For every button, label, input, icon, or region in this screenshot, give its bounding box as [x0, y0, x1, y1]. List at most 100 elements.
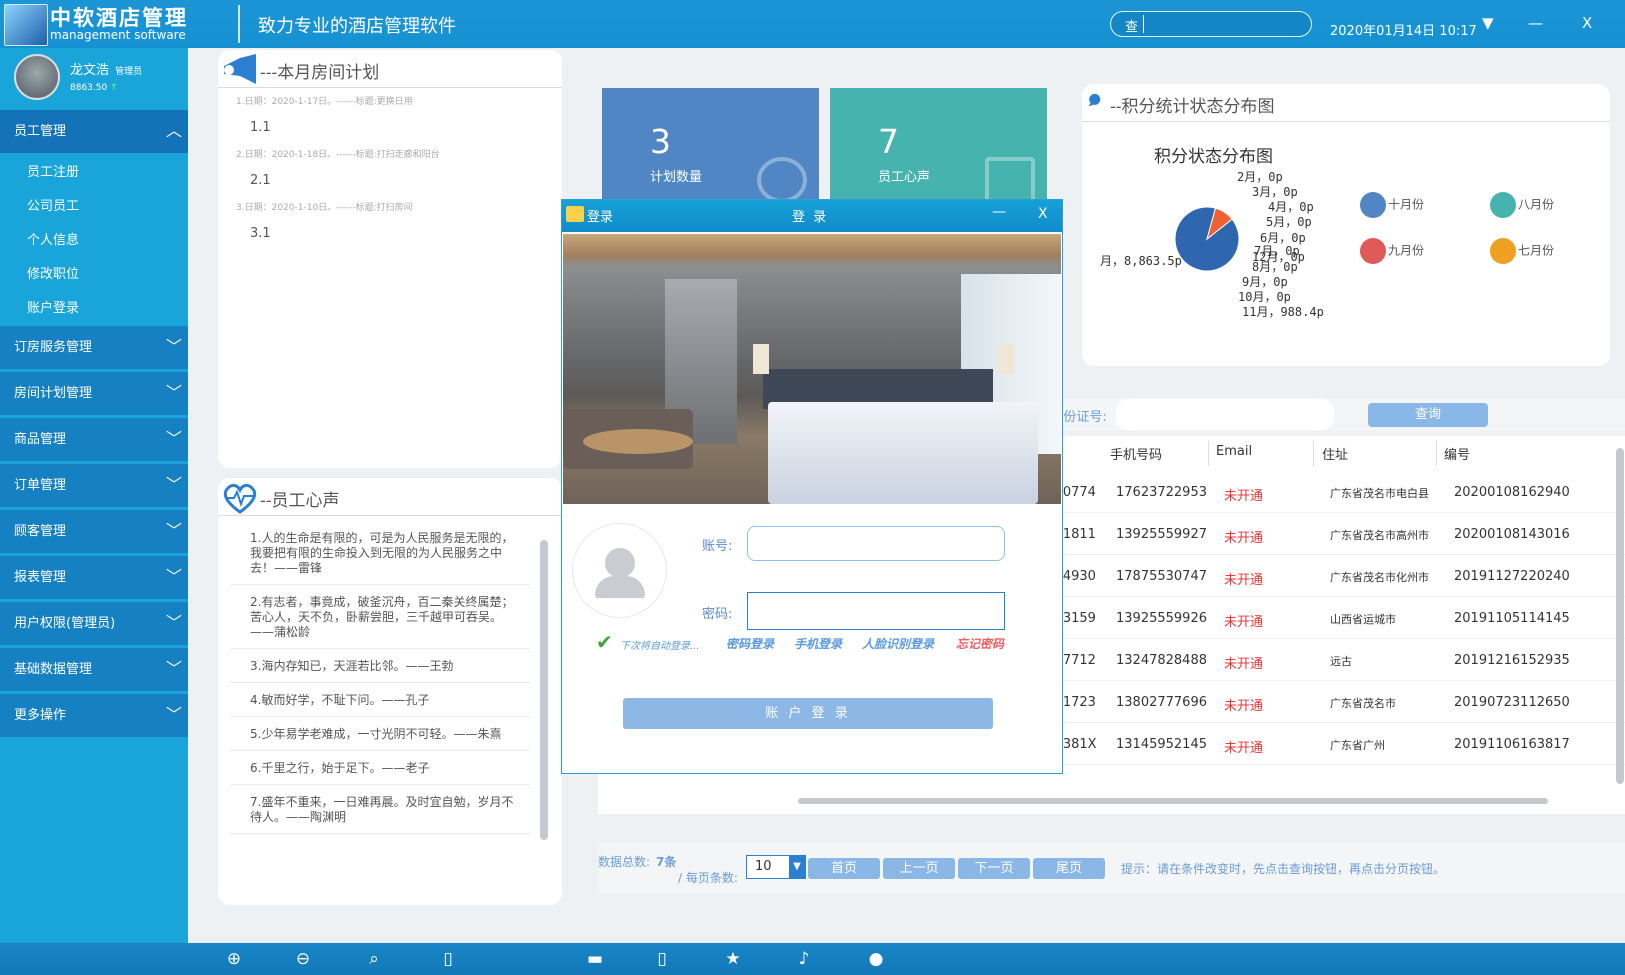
id-number-input[interactable] [1116, 399, 1334, 430]
list-item: 6.千里之行，始于足下。——老子 [230, 756, 530, 785]
table-horizontal-scrollbar[interactable] [798, 798, 1548, 804]
phone-login-link[interactable]: 手机登录 [794, 635, 842, 652]
menu-booking[interactable]: 订房服务管理 ﹀ [0, 326, 188, 369]
submenu-item-register[interactable]: 员工注册 [0, 156, 188, 190]
column-header[interactable]: 编号 [1444, 444, 1470, 463]
legend-label: 九月份 [1388, 243, 1425, 258]
list-item: 1.人的生命是有限的，可是为人民服务是无限的，我要把有限的生命投入到无限的为人民… [230, 526, 530, 585]
prev-page-button[interactable]: 上一页 [883, 858, 955, 879]
menu-basic-data[interactable]: 基础数据管理 ﹀ [0, 648, 188, 691]
search-icon[interactable]: ⌕ [363, 948, 385, 970]
dialog-minimize-button[interactable]: — [992, 204, 1006, 220]
stat-card-plans[interactable]: 3 计划数量 [602, 88, 819, 203]
table-vertical-scrollbar[interactable] [1616, 448, 1624, 784]
hotel-building-icon [4, 4, 48, 46]
menu-permissions[interactable]: 用户权限(管理员) ﹀ [0, 602, 188, 645]
list-item[interactable]: 2.日期：2020-1-18日。------标题:打扫走廊和阳台 2.1 [218, 143, 562, 196]
submenu-item-position[interactable]: 修改职位 [0, 258, 188, 292]
phone-icon[interactable]: ▯ [437, 948, 459, 970]
last-page-button[interactable]: 尾页 [1033, 858, 1105, 879]
app-slogan: 致力专业的酒店管理软件 [258, 16, 456, 37]
legend-item[interactable]: 七月份 [1490, 238, 1554, 264]
slice-label: 11月，988.4p [1242, 305, 1324, 319]
dialog-title: 登 录 [792, 210, 829, 225]
menu-label: 订房服务管理 [14, 340, 93, 355]
forgot-password-link[interactable]: 忘记密码 [956, 635, 1004, 652]
close-button[interactable]: X [1582, 14, 1592, 32]
stat-card-voices[interactable]: 7 员工心声 [830, 88, 1047, 203]
cell-address: 广东省茂名市化州市 [1330, 571, 1429, 584]
slice-label: 月，8,863.5p [1100, 254, 1182, 268]
column-header[interactable]: Email [1216, 444, 1252, 459]
first-page-button[interactable]: 首页 [808, 858, 880, 879]
sidebar: 龙文浩 管理员 8863.50 ↑ 员工管理 ︿ 员工注册 公司员工 个人信息 修… [0, 48, 188, 943]
gamepad-icon[interactable]: ▬ [580, 948, 610, 970]
panel-title: ---本月房间计划 [260, 63, 380, 83]
auto-login-label[interactable]: 下次将自动登录... [620, 637, 700, 652]
cell-phone: 17875530747 [1116, 569, 1207, 584]
list-item[interactable]: 3.日期：2020-1-10日。------标题:打扫房间 3.1 [218, 196, 562, 249]
list-item: 5.少年易学老难成，一寸光阴不可轻。——朱熹 [230, 722, 530, 751]
panel-title: --员工心声 [260, 491, 340, 511]
menu-customers[interactable]: 顾客管理 ﹀ [0, 510, 188, 553]
app-subtitle: management software [50, 28, 186, 42]
submenu-item-staff[interactable]: 公司员工 [0, 190, 188, 224]
envelope-icon [985, 157, 1035, 203]
face-login-link[interactable]: 人脸识别登录 [862, 635, 934, 652]
checkmark-icon[interactable]: ✔ [596, 630, 613, 654]
star-icon[interactable]: ★ [722, 948, 744, 970]
microphone-icon[interactable]: ♪ [793, 948, 815, 970]
chevron-down-icon: ﹀ [165, 567, 182, 586]
legend-item[interactable]: 十月份 [1360, 192, 1424, 218]
bed-graphic [768, 402, 1038, 504]
dropdown-button[interactable]: ▼ [1482, 14, 1494, 32]
legend-item[interactable]: 九月份 [1360, 238, 1424, 264]
query-button[interactable]: 查询 [1368, 403, 1488, 427]
voice-list: 1.人的生命是有限的，可是为人民服务是无限的，我要把有限的生命投入到无限的为人民… [230, 526, 530, 839]
zoom-in-icon[interactable]: ⊕ [223, 948, 245, 970]
dialog-close-button[interactable]: X [1038, 206, 1048, 222]
account-label: 账号: [702, 539, 733, 554]
cell-phone: 13802777696 [1116, 695, 1207, 710]
dialog-title-bar[interactable]: 登录 登 录 — X [562, 200, 1062, 232]
menu-orders[interactable]: 订单管理 ﹀ [0, 464, 188, 507]
next-page-button[interactable]: 下一页 [958, 858, 1030, 879]
column-header[interactable]: 住址 [1322, 444, 1348, 463]
password-login-link[interactable]: 密码登录 [726, 635, 774, 652]
menu-employee[interactable]: 员工管理 ︿ [0, 110, 188, 153]
per-page-select[interactable]: 10 ▼ [746, 855, 806, 879]
cell-email: 未开通 [1224, 489, 1264, 504]
cell-address: 广东省广州 [1330, 739, 1385, 752]
column-header[interactable]: 手机号码 [1110, 444, 1162, 463]
submenu-item-profile[interactable]: 个人信息 [0, 224, 188, 258]
legend-dot [1490, 192, 1516, 218]
voice-scrollbar[interactable] [540, 540, 548, 840]
submenu-item-login[interactable]: 账户登录 [0, 292, 188, 326]
account-login-button[interactable]: 账 户 登 录 [623, 698, 993, 729]
menu-room-plan[interactable]: 房间计划管理 ﹀ [0, 372, 188, 415]
user-name-row: 龙文浩 管理员 [70, 59, 142, 78]
legend-label: 十月份 [1388, 197, 1425, 212]
legend-label: 七月份 [1518, 243, 1555, 258]
chevron-down-icon: ﹀ [165, 337, 182, 356]
cell-address: 山西省运城市 [1330, 613, 1396, 626]
zoom-out-icon[interactable]: ⊖ [292, 948, 314, 970]
menu-goods[interactable]: 商品管理 ﹀ [0, 418, 188, 461]
menu-more[interactable]: 更多操作 ﹀ [0, 694, 188, 737]
plan-date: 2.日期：2020-1-18日。------标题:打扫走廊和阳台 [236, 150, 440, 160]
password-input[interactable] [747, 592, 1005, 630]
list-item[interactable]: 1.日期：2020-1-17日。------标题:更换日用 1.1 [218, 90, 562, 143]
account-input[interactable] [747, 526, 1005, 561]
tablet-icon[interactable]: ▯ [651, 948, 673, 970]
cell-phone: 17623722953 [1116, 485, 1207, 500]
legend-item[interactable]: 八月份 [1490, 192, 1554, 218]
avatar[interactable] [14, 54, 60, 100]
search-box[interactable]: 查 [1110, 11, 1312, 37]
globe-icon[interactable]: ● [865, 948, 887, 970]
password-label: 密码: [702, 607, 733, 622]
user-head-icon [605, 548, 635, 578]
cell-phone: 13247828488 [1116, 653, 1207, 668]
menu-reports[interactable]: 报表管理 ﹀ [0, 556, 188, 599]
minimize-button[interactable]: — [1528, 14, 1543, 32]
search-input[interactable] [1143, 15, 1303, 33]
